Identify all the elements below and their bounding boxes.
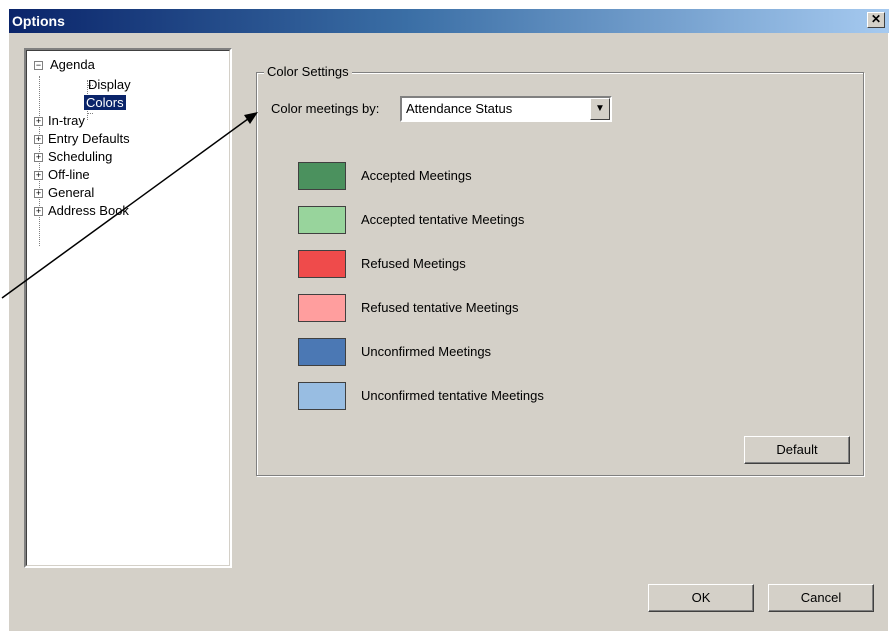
tree-item-label: Agenda (50, 57, 95, 72)
expand-icon[interactable]: + (34, 207, 43, 216)
expand-icon[interactable]: + (34, 171, 43, 180)
tree-item-general[interactable]: + General (34, 184, 96, 202)
tree-item-address-book[interactable]: + Address Book (34, 202, 131, 220)
refused-tentative-color-swatch[interactable] (298, 294, 346, 322)
accepted-tentative-color-swatch[interactable] (298, 206, 346, 234)
accepted-tentative-label: Accepted tentative Meetings (361, 212, 525, 227)
color-by-label: Color meetings by: (271, 101, 380, 116)
unconfirmed-label: Unconfirmed Meetings (361, 344, 492, 359)
title-bar[interactable]: Options ✕ (9, 9, 889, 33)
refused-tentative-label: Refused tentative Meetings (361, 300, 519, 315)
tree-item-off-line[interactable]: + Off-line (34, 166, 92, 184)
tree-connector (87, 113, 93, 114)
tree-item-label: In-tray (48, 113, 85, 128)
dropdown-arrow-icon[interactable]: ▼ (590, 98, 610, 120)
close-icon: ✕ (870, 12, 882, 26)
color-settings-legend: Color Settings (264, 64, 352, 80)
tree-item-scheduling[interactable]: + Scheduling (34, 148, 114, 166)
close-button[interactable]: ✕ (867, 12, 885, 28)
default-button[interactable]: Default (744, 436, 850, 464)
cancel-button[interactable]: Cancel (768, 584, 874, 612)
refused-color-swatch[interactable] (298, 250, 346, 278)
tree-item-colors[interactable]: Colors (84, 94, 126, 112)
tree-item-in-tray[interactable]: + In-tray (34, 112, 87, 130)
tree-item-display[interactable]: Display (86, 76, 133, 94)
expand-icon[interactable]: + (34, 135, 43, 144)
tree-item-label: Off-line (48, 167, 90, 182)
accepted-label: Accepted Meetings (361, 168, 472, 183)
window-title: Options (12, 13, 65, 29)
color-settings-group (256, 72, 864, 476)
expand-icon[interactable]: + (34, 153, 43, 162)
tree-item-label: Colors (84, 95, 126, 110)
expand-icon[interactable]: + (34, 189, 43, 198)
unconfirmed-color-swatch[interactable] (298, 338, 346, 366)
ok-button[interactable]: OK (648, 584, 754, 612)
tree-item-label: Entry Defaults (48, 131, 130, 146)
color-by-value: Attendance Status (406, 101, 513, 116)
unconfirmed-tentative-color-swatch[interactable] (298, 382, 346, 410)
tree-item-label: Scheduling (48, 149, 113, 164)
color-by-select[interactable]: Attendance Status ▼ (400, 96, 612, 122)
tree-item-agenda[interactable]: − Agenda (34, 56, 97, 74)
tree-item-entry-defaults[interactable]: + Entry Defaults (34, 130, 132, 148)
tree-item-label: General (48, 185, 95, 200)
options-tree[interactable]: − Agenda Display Colors + In-tray + Entr… (24, 48, 232, 568)
tree-item-label: Display (88, 77, 131, 92)
unconfirmed-tentative-label: Unconfirmed tentative Meetings (361, 388, 544, 403)
accepted-color-swatch[interactable] (298, 162, 346, 190)
refused-label: Refused Meetings (361, 256, 466, 271)
tree-item-label: Address Book (48, 203, 129, 218)
expand-icon[interactable]: + (34, 117, 43, 126)
collapse-icon[interactable]: − (34, 61, 43, 70)
